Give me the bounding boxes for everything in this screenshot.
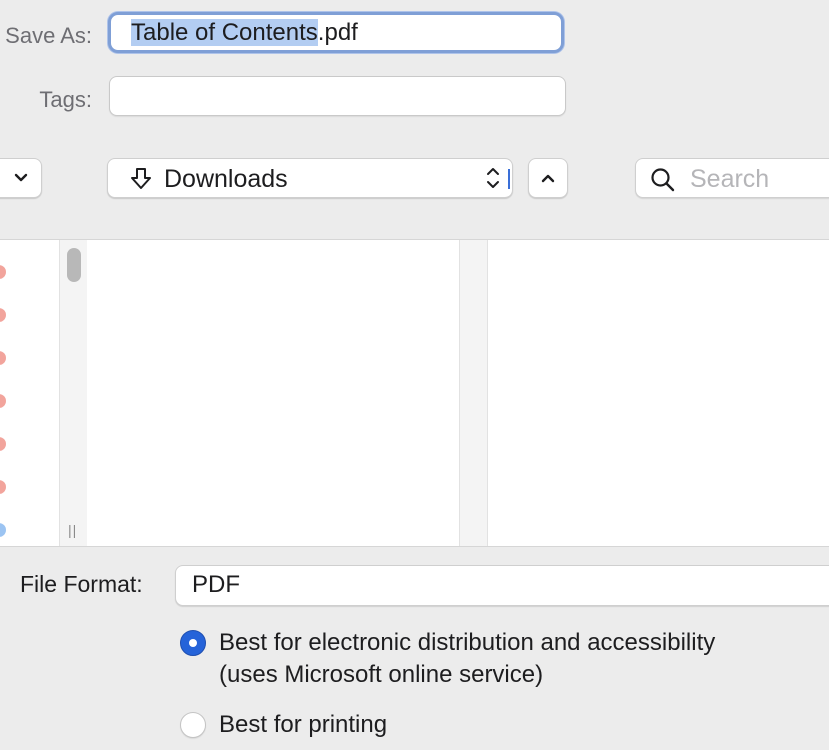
chevron-up-icon (541, 174, 555, 183)
sidebar-tag-dot[interactable] (0, 351, 6, 365)
search-field[interactable] (635, 158, 829, 198)
chevron-down-icon (14, 173, 28, 182)
sidebar-tag-dot[interactable] (0, 265, 6, 279)
save-as-selected-text: Table of Contents (131, 19, 318, 46)
file-format-value: PDF (192, 571, 240, 598)
electronic-distribution-label[interactable]: Best for electronic distribution and acc… (219, 627, 715, 659)
sidebar-tag-dot[interactable] (0, 480, 6, 494)
printing-label[interactable]: Best for printing (219, 709, 387, 741)
save-as-field[interactable]: Table of Contents.pdf (108, 12, 564, 53)
electronic-distribution-sublabel[interactable]: (uses Microsoft online service) (219, 659, 543, 691)
location-label: Downloads (164, 165, 288, 193)
view-options-button[interactable] (0, 158, 42, 198)
browser-column[interactable] (87, 240, 459, 546)
sidebar-tag-dot[interactable] (0, 523, 6, 537)
printing-radio[interactable] (180, 712, 206, 738)
electronic-distribution-radio[interactable] (180, 630, 206, 656)
up-down-chevron-icon (487, 168, 499, 188)
save-dialog: Save As: Table of Contents.pdf Tags: Dow… (0, 0, 829, 750)
sidebar-tag-dot[interactable] (0, 308, 6, 322)
location-popup[interactable]: Downloads (107, 158, 513, 198)
save-as-label: Save As: (5, 23, 92, 48)
file-format-label: File Format: (20, 571, 143, 597)
file-browser: || (0, 239, 829, 547)
tags-label: Tags: (39, 87, 92, 112)
search-input[interactable] (688, 163, 829, 195)
tags-field[interactable] (109, 76, 566, 116)
column-resize-handle[interactable]: || (68, 522, 77, 538)
column-divider[interactable] (459, 240, 488, 546)
sidebar-tag-dot[interactable] (0, 437, 6, 451)
scroll-thumb[interactable] (67, 248, 81, 282)
browser-column[interactable] (488, 240, 829, 546)
save-as-extension-text: .pdf (317, 19, 358, 46)
magnifier-icon (651, 168, 675, 192)
sidebar-strip (0, 240, 59, 546)
download-arrow-icon (131, 168, 151, 189)
enclosing-folder-button[interactable] (528, 158, 568, 198)
sidebar-scrollbar[interactable]: || (59, 240, 88, 546)
file-format-popup[interactable]: PDF (175, 565, 829, 606)
text-caret (508, 169, 510, 189)
sidebar-tag-dot[interactable] (0, 394, 6, 408)
